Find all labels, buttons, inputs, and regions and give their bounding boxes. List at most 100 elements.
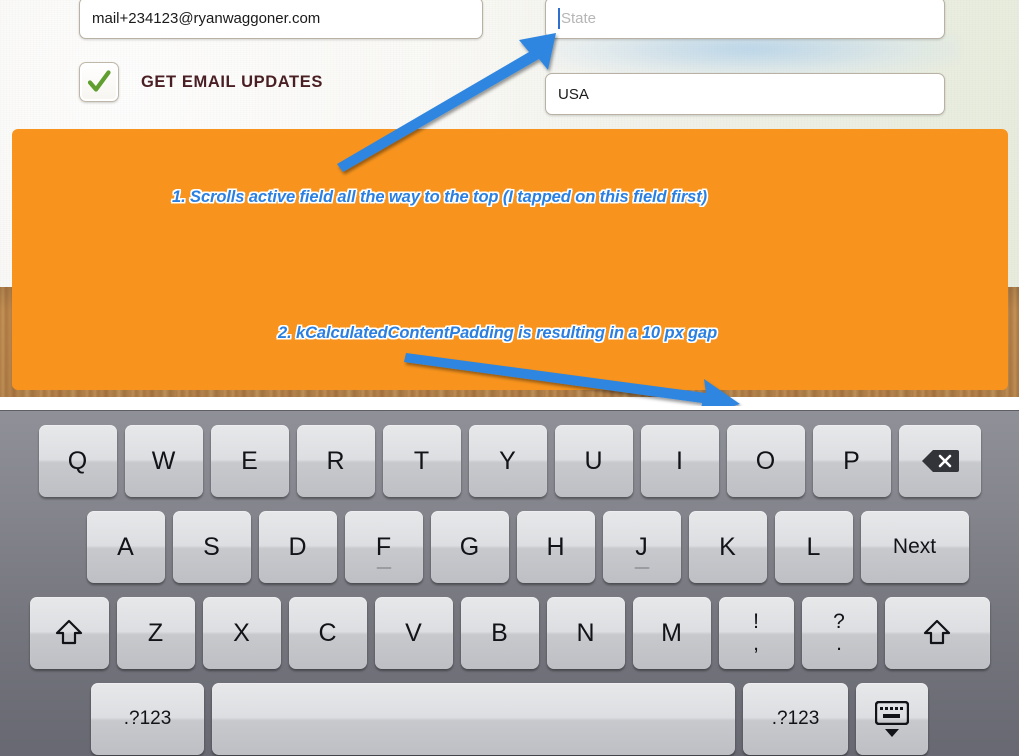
key-x[interactable]: X [202,597,281,669]
homing-bar [634,567,649,569]
key-v[interactable]: V [374,597,453,669]
key-m[interactable]: M [632,597,711,669]
key-label: I [676,446,683,475]
key-label-stack: ? . [833,609,845,655]
key-label: V [405,618,422,647]
key-exclamation-comma[interactable]: ! , [718,597,794,669]
hide-keyboard-icon [875,700,909,738]
keyboard-row-3: Z X C V B N M ! , ? . [0,597,1019,669]
key-label: U [584,446,603,475]
key-label: T [413,446,430,475]
key-d[interactable]: D [258,511,337,583]
key-r[interactable]: R [296,425,375,497]
state-field-placeholder: State [561,9,597,27]
chevron-down-icon [885,728,899,737]
country-field-value: USA [558,85,589,103]
key-label: S [203,532,220,561]
key-next[interactable]: Next [860,511,969,583]
backspace-icon [921,450,959,472]
key-f[interactable]: F [344,511,423,583]
key-q[interactable]: Q [38,425,117,497]
key-label: A [117,532,134,561]
key-b[interactable]: B [460,597,539,669]
key-label: P [843,446,860,475]
key-label: C [318,618,337,647]
key-label: Z [147,618,164,647]
key-shift-right[interactable] [884,597,990,669]
get-email-updates-label: GET EMAIL UPDATES [141,72,323,91]
key-label: Next [892,535,937,558]
key-label: X [233,618,250,647]
key-backspace[interactable] [898,425,981,497]
key-t[interactable]: T [382,425,461,497]
key-label: W [151,446,176,475]
key-j[interactable]: J [602,511,681,583]
key-label: Q [67,446,88,475]
key-label: K [719,532,736,561]
annotation-note-2: 2. kCalculatedContentPadding is resultin… [278,324,718,342]
key-question-period[interactable]: ? . [801,597,877,669]
key-z[interactable]: Z [116,597,195,669]
keyboard-row-4: .?123 .?123 [0,683,1019,755]
key-k[interactable]: K [688,511,767,583]
text-caret [558,7,560,29]
key-n[interactable]: N [546,597,625,669]
key-numbers-right[interactable]: .?123 [743,683,848,755]
key-label: D [288,532,307,561]
shift-icon [55,619,83,645]
key-l[interactable]: L [774,511,853,583]
shift-icon [923,619,951,645]
row2-left-spacer [47,511,83,583]
key-label-stack: ! , [753,609,759,655]
key-shift-left[interactable] [29,597,109,669]
key-space[interactable] [212,683,735,755]
key-w[interactable]: W [124,425,203,497]
key-e[interactable]: E [210,425,289,497]
key-u[interactable]: U [554,425,633,497]
key-label: R [326,446,345,475]
state-field[interactable]: State [545,0,945,39]
key-label: G [459,532,480,561]
homing-bar [376,567,391,569]
key-g[interactable]: G [430,511,509,583]
key-p[interactable]: P [812,425,891,497]
key-label: B [491,618,508,647]
key-label: Y [499,446,516,475]
key-label: H [546,532,565,561]
email-field[interactable]: mail+234123@ryanwaggoner.com [79,0,483,39]
key-label: .?123 [771,708,820,729]
key-i[interactable]: I [640,425,719,497]
key-numbers-left[interactable]: .?123 [91,683,204,755]
key-label: J [635,532,648,561]
keyboard-row-2: A S D F G H J K L Next [0,511,1019,583]
email-field-value: mail+234123@ryanwaggoner.com [92,9,321,27]
get-email-updates-checkbox[interactable] [79,62,119,102]
key-label: O [755,446,776,475]
key-c[interactable]: C [288,597,367,669]
key-o[interactable]: O [726,425,805,497]
orange-annotation-panel [12,129,1008,390]
key-label-primary: ? [833,609,845,633]
keyboard-row-1: Q W E R T Y U I O P [0,425,1019,497]
key-a[interactable]: A [86,511,165,583]
key-label-secondary: . [836,632,842,655]
key-label: .?123 [123,708,172,729]
key-label: M [661,618,682,647]
onscreen-keyboard[interactable]: Q W E R T Y U I O P A S D F G H J K L Ne… [0,410,1019,756]
country-field[interactable]: USA [545,73,945,115]
key-hide-keyboard[interactable] [856,683,928,755]
key-y[interactable]: Y [468,425,547,497]
annotation-note-1: 1. Scrolls active field all the way to t… [172,188,708,206]
keyboard-glyph-icon [875,700,909,725]
key-label: N [576,618,595,647]
key-h[interactable]: H [516,511,595,583]
key-label-primary: ! [753,609,759,633]
key-label: L [806,532,821,561]
key-label: E [241,446,258,475]
checkmark-icon [87,70,111,92]
app-content-area: mail+234123@ryanwaggoner.com State USA G… [0,0,1019,406]
key-s[interactable]: S [172,511,251,583]
key-label: F [375,532,392,561]
key-label-secondary: , [753,632,759,655]
get-email-updates-row[interactable]: GET EMAIL UPDATES [79,62,323,102]
